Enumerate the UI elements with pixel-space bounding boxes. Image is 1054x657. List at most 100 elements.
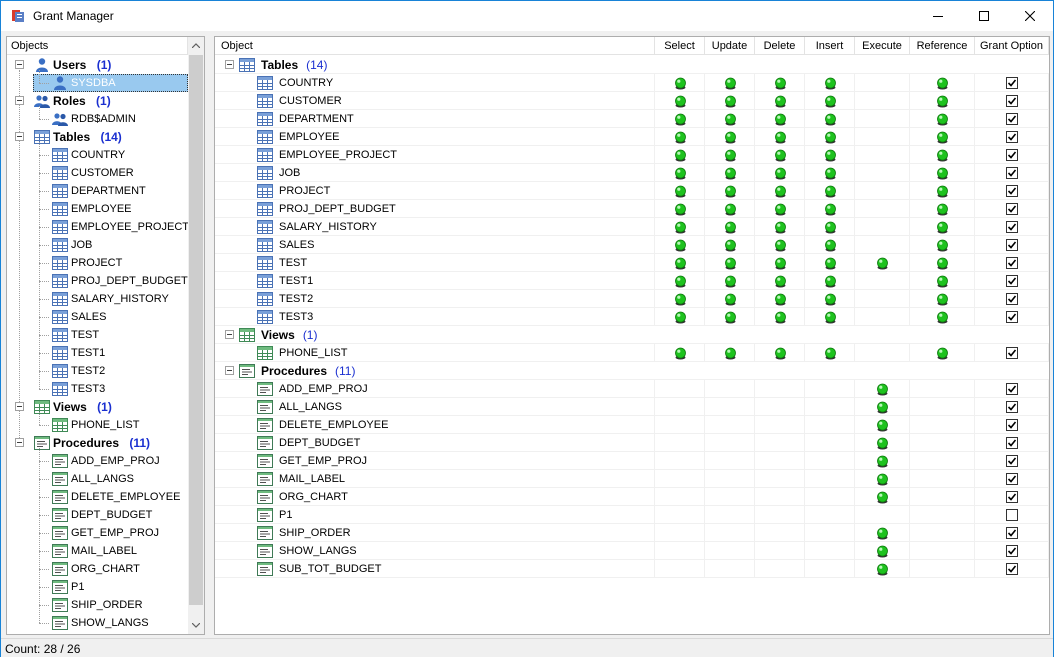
permission-cell-delete[interactable] bbox=[755, 416, 805, 434]
scroll-up-button[interactable] bbox=[188, 37, 204, 54]
permission-cell-reference[interactable] bbox=[910, 470, 975, 488]
permission-cell-select[interactable] bbox=[655, 470, 705, 488]
permission-cell-execute[interactable] bbox=[855, 542, 910, 560]
permission-cell-update[interactable] bbox=[705, 308, 755, 326]
permission-cell-reference[interactable] bbox=[910, 128, 975, 146]
grant-option-checkbox[interactable] bbox=[1005, 149, 1018, 161]
permission-cell-update[interactable] bbox=[705, 560, 755, 578]
tree-node-procedures[interactable]: Procedures (11) bbox=[7, 434, 188, 452]
grid-row[interactable]: ORG_CHART bbox=[215, 488, 1049, 506]
permission-cell-delete[interactable] bbox=[755, 488, 805, 506]
permission-cell-delete[interactable] bbox=[755, 236, 805, 254]
permission-cell-execute[interactable] bbox=[855, 434, 910, 452]
grant-option-checkbox[interactable] bbox=[1005, 95, 1018, 107]
permission-cell-insert[interactable] bbox=[805, 452, 855, 470]
permission-cell-execute[interactable] bbox=[855, 272, 910, 290]
grid-row[interactable]: EMPLOYEE_PROJECT bbox=[215, 146, 1049, 164]
tree-item-p1[interactable]: P1 bbox=[7, 578, 188, 596]
permission-cell-select[interactable] bbox=[655, 344, 705, 362]
permission-cell-reference[interactable] bbox=[910, 398, 975, 416]
permission-cell-update[interactable] bbox=[705, 146, 755, 164]
permission-cell-insert[interactable] bbox=[805, 344, 855, 362]
tree-item-org_chart[interactable]: ORG_CHART bbox=[7, 560, 188, 578]
tree-item-employee[interactable]: EMPLOYEE bbox=[7, 200, 188, 218]
permission-cell-reference[interactable] bbox=[910, 380, 975, 398]
tree-item-test[interactable]: TEST bbox=[7, 326, 188, 344]
permission-cell-delete[interactable] bbox=[755, 254, 805, 272]
permission-cell-select[interactable] bbox=[655, 146, 705, 164]
permission-cell-update[interactable] bbox=[705, 290, 755, 308]
permission-cell-update[interactable] bbox=[705, 92, 755, 110]
permission-cell-delete[interactable] bbox=[755, 290, 805, 308]
grant-option-checkbox[interactable] bbox=[1005, 527, 1018, 539]
permission-cell-insert[interactable] bbox=[805, 560, 855, 578]
grid-row[interactable]: SHOW_LANGS bbox=[215, 542, 1049, 560]
grid-row[interactable]: JOB bbox=[215, 164, 1049, 182]
permission-cell-insert[interactable] bbox=[805, 380, 855, 398]
permission-cell-update[interactable] bbox=[705, 434, 755, 452]
permission-cell-reference[interactable] bbox=[910, 452, 975, 470]
column-header-execute[interactable]: Execute bbox=[855, 37, 910, 55]
collapse-icon[interactable] bbox=[225, 330, 234, 339]
grid-row[interactable]: SALARY_HISTORY bbox=[215, 218, 1049, 236]
permission-cell-update[interactable] bbox=[705, 488, 755, 506]
scroll-down-button[interactable] bbox=[188, 617, 204, 634]
permission-cell-delete[interactable] bbox=[755, 380, 805, 398]
permission-cell-reference[interactable] bbox=[910, 254, 975, 272]
permission-cell-reference[interactable] bbox=[910, 308, 975, 326]
tree-item-proj_dept_budget[interactable]: PROJ_DEPT_BUDGET bbox=[7, 272, 188, 290]
scroll-thumb[interactable] bbox=[189, 55, 203, 605]
permission-cell-insert[interactable] bbox=[805, 470, 855, 488]
permission-cell-execute[interactable] bbox=[855, 416, 910, 434]
permission-cell-reference[interactable] bbox=[910, 200, 975, 218]
tree-item-show_langs[interactable]: SHOW_LANGS bbox=[7, 614, 188, 632]
permission-cell-reference[interactable] bbox=[910, 434, 975, 452]
grid-row[interactable]: ADD_EMP_PROJ bbox=[215, 380, 1049, 398]
permission-cell-delete[interactable] bbox=[755, 182, 805, 200]
permission-cell-grant-option[interactable] bbox=[975, 380, 1049, 398]
permission-cell-select[interactable] bbox=[655, 200, 705, 218]
permission-cell-reference[interactable] bbox=[910, 506, 975, 524]
tree-item-add_emp_proj[interactable]: ADD_EMP_PROJ bbox=[7, 452, 188, 470]
tree-item-salary_history[interactable]: SALARY_HISTORY bbox=[7, 290, 188, 308]
grid-group-procedures[interactable]: Procedures (11) bbox=[215, 362, 1049, 380]
grid-row[interactable]: SUB_TOT_BUDGET bbox=[215, 560, 1049, 578]
permission-cell-select[interactable] bbox=[655, 308, 705, 326]
permission-cell-update[interactable] bbox=[705, 398, 755, 416]
permission-cell-update[interactable] bbox=[705, 506, 755, 524]
permission-cell-insert[interactable] bbox=[805, 110, 855, 128]
permission-cell-select[interactable] bbox=[655, 182, 705, 200]
permission-cell-update[interactable] bbox=[705, 344, 755, 362]
permission-cell-insert[interactable] bbox=[805, 92, 855, 110]
column-header-object[interactable]: Object bbox=[215, 37, 655, 55]
column-header-grant-option[interactable]: Grant Option bbox=[975, 37, 1049, 55]
grid-row[interactable]: TEST1 bbox=[215, 272, 1049, 290]
permission-cell-update[interactable] bbox=[705, 272, 755, 290]
permission-cell-execute[interactable] bbox=[855, 164, 910, 182]
grid-row[interactable]: DELETE_EMPLOYEE bbox=[215, 416, 1049, 434]
permission-cell-grant-option[interactable] bbox=[975, 200, 1049, 218]
permission-cell-select[interactable] bbox=[655, 416, 705, 434]
collapse-icon[interactable] bbox=[225, 366, 234, 375]
grid-row[interactable]: TEST3 bbox=[215, 308, 1049, 326]
collapse-icon[interactable] bbox=[15, 60, 24, 69]
permission-cell-delete[interactable] bbox=[755, 434, 805, 452]
permission-cell-select[interactable] bbox=[655, 164, 705, 182]
permission-cell-delete[interactable] bbox=[755, 74, 805, 92]
permission-cell-reference[interactable] bbox=[910, 524, 975, 542]
permission-cell-select[interactable] bbox=[655, 488, 705, 506]
permission-cell-select[interactable] bbox=[655, 236, 705, 254]
permission-cell-grant-option[interactable] bbox=[975, 92, 1049, 110]
permission-cell-select[interactable] bbox=[655, 290, 705, 308]
permission-cell-insert[interactable] bbox=[805, 236, 855, 254]
permission-cell-update[interactable] bbox=[705, 74, 755, 92]
permission-cell-delete[interactable] bbox=[755, 452, 805, 470]
tree-node-tables[interactable]: Tables (14) bbox=[7, 128, 188, 146]
column-header-reference[interactable]: Reference bbox=[910, 37, 975, 55]
permission-cell-delete[interactable] bbox=[755, 542, 805, 560]
permission-cell-grant-option[interactable] bbox=[975, 182, 1049, 200]
permission-cell-execute[interactable] bbox=[855, 560, 910, 578]
permission-cell-execute[interactable] bbox=[855, 110, 910, 128]
tree-item-customer[interactable]: CUSTOMER bbox=[7, 164, 188, 182]
permission-cell-reference[interactable] bbox=[910, 74, 975, 92]
